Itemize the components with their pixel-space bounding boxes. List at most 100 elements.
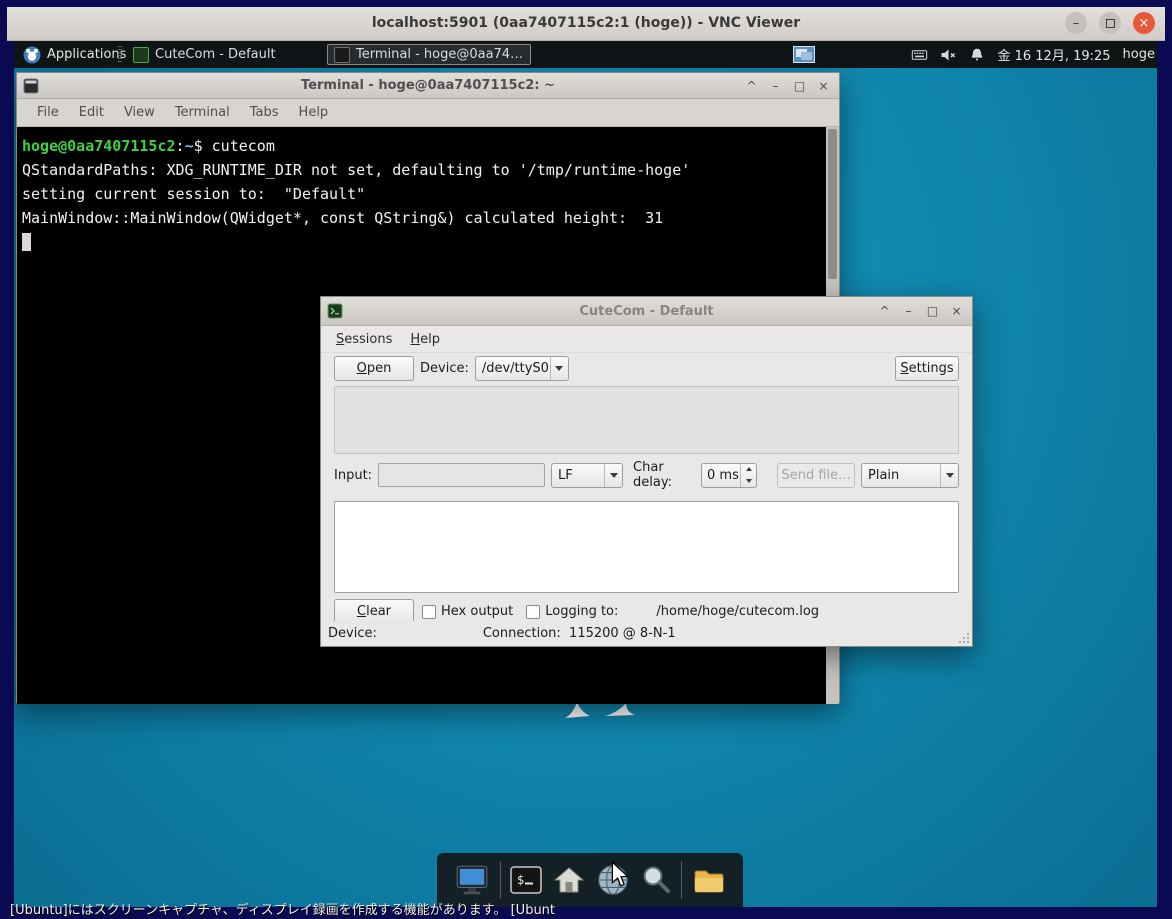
- chevron-down-icon: [604, 463, 622, 487]
- open-button[interactable]: Open: [334, 356, 414, 381]
- system-tray: 金 16 12月, 19:25 hoge: [911, 41, 1157, 68]
- menu-help[interactable]: Help: [410, 332, 440, 347]
- resize-grip[interactable]: [957, 631, 970, 644]
- display-launcher-icon[interactable]: [452, 862, 492, 898]
- line-ending-value: LF: [558, 467, 573, 483]
- cutecom-statusbar: Device: Connection: 115200 @ 8-N-1: [321, 621, 972, 646]
- hex-output-label: Hex output: [441, 604, 514, 619]
- typed-command: cutecom: [211, 137, 275, 155]
- minimize-button[interactable]: –: [767, 77, 784, 94]
- close-icon: ×: [951, 304, 962, 318]
- char-delay-spinbox[interactable]: 0 ms: [701, 462, 757, 488]
- menu-sessions[interactable]: Sessions: [336, 332, 392, 347]
- terminal-launcher-icon[interactable]: $: [509, 863, 543, 897]
- terminal-app-icon: [334, 46, 350, 63]
- output-textarea[interactable]: [334, 501, 959, 593]
- taskbar-button-cutecom[interactable]: CuteCom - Default: [127, 44, 323, 65]
- vnc-window-controls: – ×: [1065, 12, 1155, 34]
- line-ending-combobox[interactable]: LF: [551, 462, 624, 488]
- logging-checkbox[interactable]: Logging to:: [526, 604, 618, 619]
- cutecom-titlebar[interactable]: CuteCom - Default ^ – □ ×: [321, 297, 972, 326]
- logging-path: /home/hoge/cutecom.log: [656, 604, 820, 619]
- terminal-window-title: Terminal - hoge@0aa7407115c2: ~: [301, 78, 555, 93]
- checkbox-box[interactable]: [526, 604, 541, 619]
- status-connection: Connection: 115200 @ 8-N-1: [482, 626, 676, 641]
- close-button[interactable]: ×: [948, 303, 965, 320]
- menu-tabs[interactable]: Tabs: [240, 105, 289, 120]
- taskbar-label: CuteCom - Default: [155, 47, 276, 62]
- close-button[interactable]: ×: [815, 77, 832, 94]
- terminal-cursor: [22, 233, 31, 251]
- menu-terminal[interactable]: Terminal: [165, 105, 240, 120]
- input-history-list[interactable]: [334, 386, 959, 454]
- format-combobox[interactable]: Plain: [861, 462, 959, 488]
- notification-bell-icon[interactable]: [969, 47, 985, 63]
- vnc-maximize-button[interactable]: [1099, 12, 1121, 34]
- panel-user-menu[interactable]: hoge: [1123, 47, 1155, 62]
- applications-menu-button[interactable]: Applications: [17, 41, 132, 68]
- shade-icon: ^: [746, 78, 757, 93]
- maximize-icon: [1105, 18, 1115, 28]
- menu-edit[interactable]: Edit: [69, 105, 114, 120]
- shade-icon: ^: [879, 304, 890, 318]
- prompt-user-host: hoge@0aa7407115c2: [22, 137, 176, 155]
- close-icon: ×: [1138, 15, 1150, 31]
- device-value: /dev/ttyS0: [481, 361, 549, 376]
- workspace-pager[interactable]: [793, 46, 815, 67]
- maximize-button[interactable]: □: [924, 303, 941, 320]
- terminal-output-line: QStandardPaths: XDG_RUNTIME_DIR not set,…: [22, 161, 691, 179]
- shade-button[interactable]: ^: [876, 303, 893, 320]
- svg-text:$: $: [517, 873, 524, 887]
- device-combobox[interactable]: /dev/ttyS0: [474, 356, 569, 381]
- subtitle-text: [Ubuntu]にはスクリーンキャプチャ、ディスプレイ録画を作成する機能がありま…: [10, 903, 556, 918]
- home-launcher-icon[interactable]: [551, 863, 587, 897]
- spin-up-icon[interactable]: [741, 464, 756, 476]
- maximize-icon: □: [793, 78, 806, 93]
- minimize-icon: –: [772, 78, 779, 93]
- cutecom-app-icon: [133, 46, 149, 63]
- maximize-button[interactable]: □: [791, 77, 808, 94]
- cutecom-window-controls: ^ – □ ×: [876, 297, 965, 325]
- spin-down-icon[interactable]: [741, 475, 756, 487]
- keyboard-icon[interactable]: [911, 47, 928, 63]
- app-finder-launcher-icon[interactable]: [639, 863, 673, 897]
- scrollbar-thumb[interactable]: [828, 129, 837, 279]
- input-label: Input:: [334, 467, 373, 483]
- vnc-viewer-window: localhost:5901 (0aa7407115c2:1 (hoge)) -…: [0, 0, 1172, 919]
- cutecom-window-title: CuteCom - Default: [579, 303, 714, 319]
- applications-icon: [23, 46, 41, 63]
- input-field[interactable]: [378, 463, 546, 487]
- logging-label: Logging to:: [545, 604, 619, 619]
- terminal-menubar: File Edit View Terminal Tabs Help: [17, 99, 839, 127]
- minimize-icon: –: [905, 304, 912, 318]
- menu-file[interactable]: File: [27, 105, 69, 120]
- hex-output-checkbox[interactable]: Hex output: [422, 604, 513, 619]
- checkbox-box[interactable]: [422, 604, 436, 619]
- chevron-down-icon: [940, 463, 958, 487]
- spinbox-arrows[interactable]: [740, 463, 756, 487]
- terminal-output-line: MainWindow::MainWindow(QWidget*, const Q…: [22, 209, 664, 227]
- vnc-close-button[interactable]: ×: [1133, 12, 1155, 34]
- settings-button[interactable]: Settings: [895, 356, 959, 381]
- char-delay-value: 0 ms: [707, 467, 739, 483]
- menu-view[interactable]: View: [114, 105, 165, 120]
- cutecom-body: Open Device: /dev/ttyS0 Settings Input: …: [321, 356, 972, 624]
- prompt-colon: :: [175, 137, 185, 155]
- vnc-minimize-button[interactable]: –: [1065, 12, 1087, 34]
- volume-icon[interactable]: [940, 47, 957, 63]
- cutecom-window: CuteCom - Default ^ – □ × Sessions Help …: [320, 296, 973, 647]
- cutecom-menubar: Sessions Help: [321, 326, 972, 353]
- panel-clock[interactable]: 金 16 12月, 19:25: [997, 45, 1110, 64]
- workspace-icon: [793, 46, 815, 63]
- close-icon: ×: [818, 78, 829, 93]
- terminal-output-line: setting current session to: "Default": [22, 185, 366, 203]
- shade-button[interactable]: ^: [743, 77, 760, 94]
- file-manager-launcher-icon[interactable]: [690, 863, 728, 897]
- menu-help[interactable]: Help: [289, 105, 339, 120]
- terminal-titlebar[interactable]: Terminal - hoge@0aa7407115c2: ~ ^ – □ ×: [17, 73, 839, 99]
- prompt-path: ~: [184, 137, 194, 155]
- taskbar-button-terminal[interactable]: Terminal - hoge@0aa74…: [327, 44, 531, 65]
- minimize-button[interactable]: –: [900, 303, 917, 320]
- send-file-button[interactable]: Send file...: [777, 462, 855, 488]
- terminal-prompt-line: hoge@0aa7407115c2:~$ cutecom: [22, 134, 819, 158]
